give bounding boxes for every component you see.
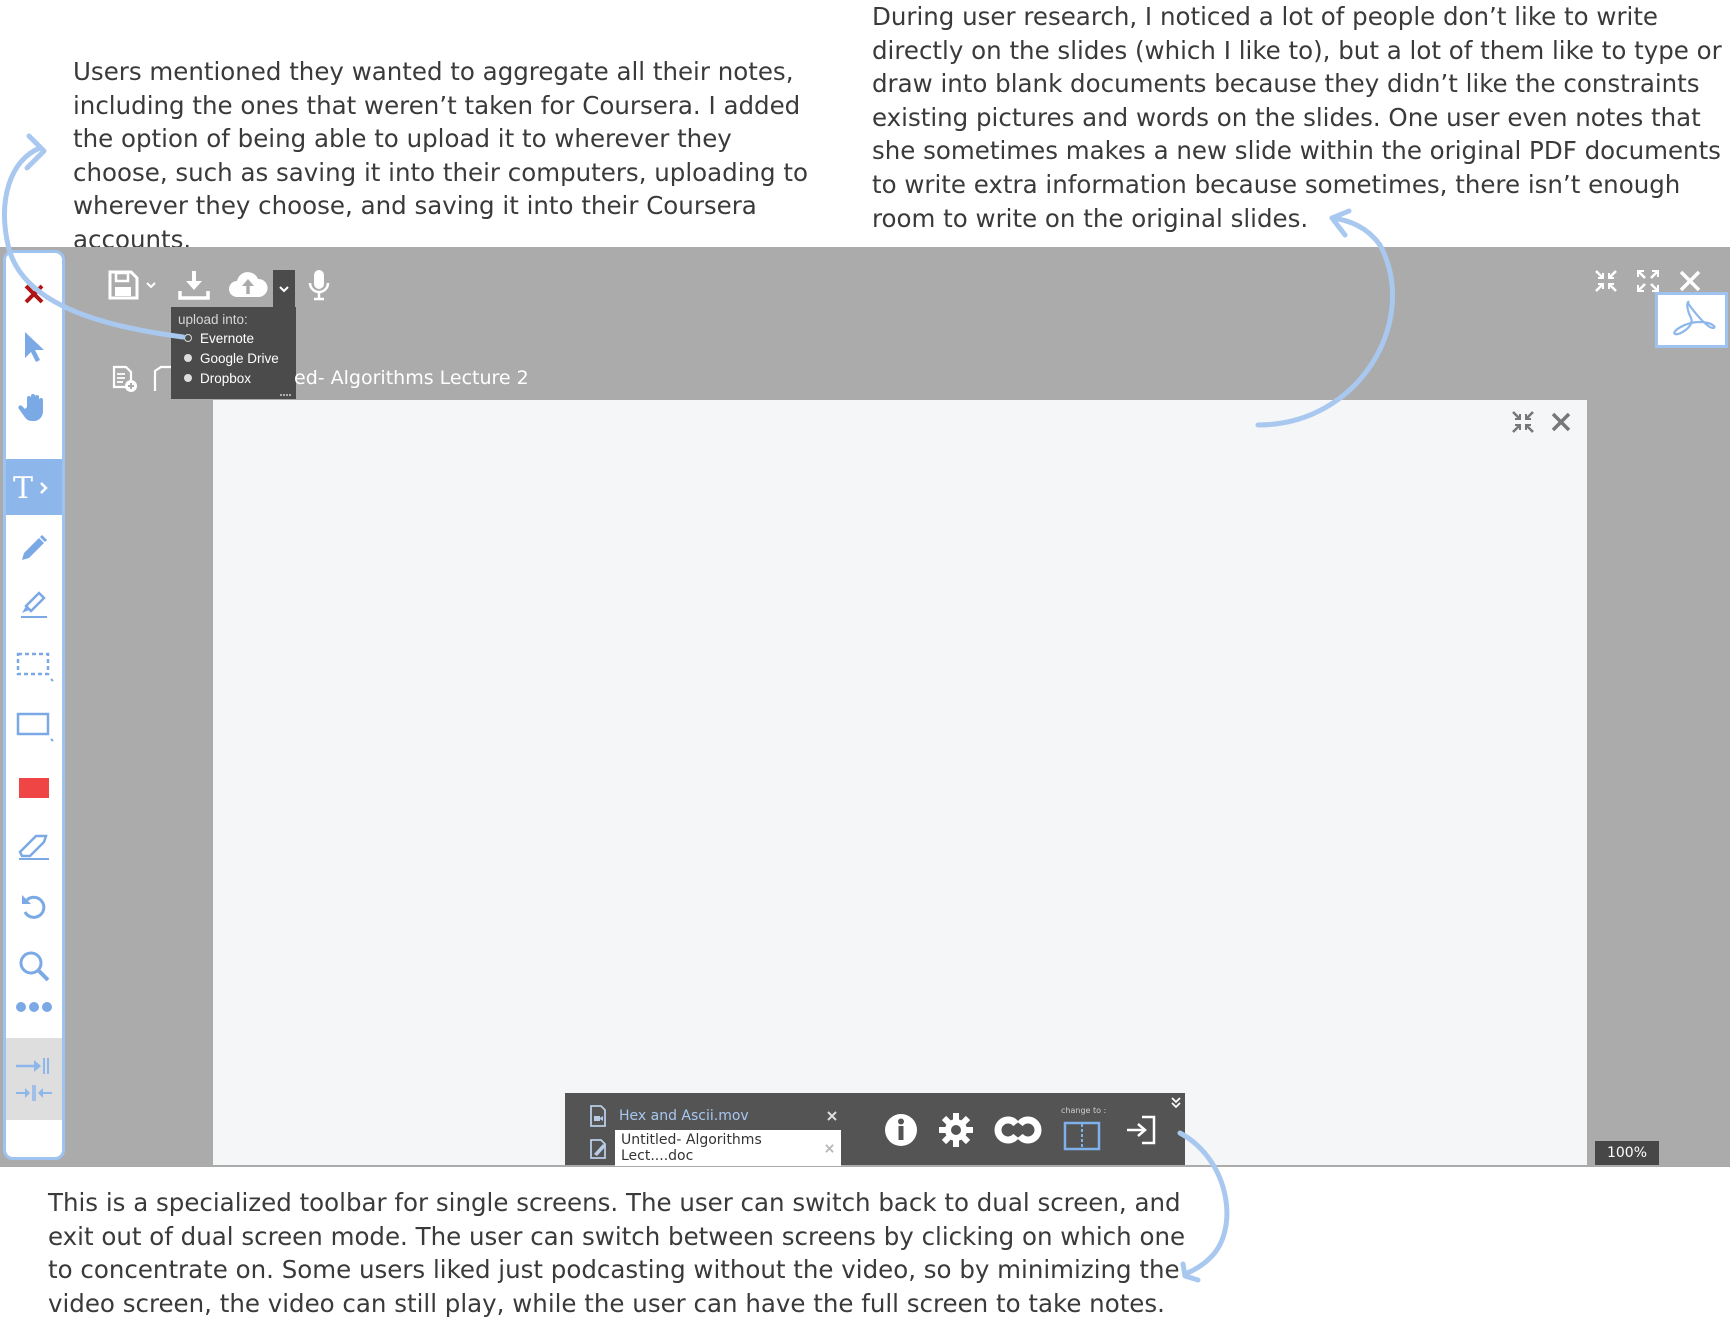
collapse-toolbar-icon[interactable] [1171, 1097, 1181, 1111]
pencil-tool[interactable] [6, 520, 62, 576]
pointer-tool[interactable] [6, 319, 62, 375]
pointer-icon [20, 330, 48, 364]
exit-icon [1124, 1113, 1158, 1147]
file-tab-video[interactable]: Hex and Ascii.mov [589, 1105, 838, 1127]
close-file-icon[interactable] [824, 1132, 835, 1164]
close-icon [22, 282, 46, 306]
annotation-blank-document: During user research, I noticed a lot of… [872, 2, 1722, 233]
info-icon [884, 1113, 918, 1147]
maximize-icon[interactable] [1636, 269, 1660, 293]
link-icon [991, 1115, 1045, 1145]
canvas-controls [1511, 410, 1573, 434]
chevron-down-icon [278, 283, 290, 295]
more-icon [14, 1000, 54, 1014]
hand-icon [18, 391, 50, 423]
color-swatch-icon [18, 776, 50, 800]
dual-screen-icon [1063, 1121, 1101, 1151]
save-icon [107, 269, 141, 301]
text-icon: T [11, 470, 57, 504]
radio-icon [184, 374, 192, 382]
pdf-panel-tab[interactable] [1655, 292, 1728, 348]
panel-toggle[interactable] [6, 1038, 62, 1120]
arrow-upload-head [24, 133, 47, 171]
resize-grip-icon [280, 393, 292, 397]
highlighter-tool[interactable] [6, 576, 62, 632]
pdf-icon [1667, 298, 1717, 342]
exit-dual-screen-button[interactable] [1121, 1111, 1161, 1149]
close-file-icon[interactable] [826, 1110, 838, 1122]
selection-icon [14, 649, 54, 683]
highlighter-icon [17, 587, 51, 621]
open-document-icon[interactable] [153, 365, 171, 393]
undo-icon [18, 890, 50, 922]
single-screen-toolbar: Hex and Ascii.mov Untitled- Algorithms L… [565, 1093, 1185, 1166]
close-tool[interactable] [6, 266, 62, 322]
radio-icon [184, 334, 192, 342]
app-window: T upload into: Evernote Google Drive Dro… [0, 247, 1730, 1167]
pencil-icon [18, 532, 50, 564]
minimize-icon[interactable] [1594, 269, 1618, 293]
annotation-upload: Users mentioned they wanted to aggregate… [73, 57, 808, 254]
close-window-icon[interactable] [1678, 269, 1702, 293]
expand-icon [14, 1056, 54, 1076]
gear-icon [938, 1112, 974, 1148]
zoom-icon [17, 949, 51, 983]
close-canvas-icon[interactable] [1549, 410, 1573, 434]
info-button[interactable] [882, 1111, 920, 1149]
eraser-tool[interactable] [6, 818, 62, 874]
svg-text:T: T [13, 471, 33, 504]
color-tool[interactable] [6, 760, 62, 816]
collapse-icon [14, 1084, 54, 1102]
eraser-icon [16, 830, 52, 862]
zoom-tool[interactable] [6, 938, 62, 994]
selection-tool[interactable] [6, 638, 62, 694]
text-tool[interactable]: T [6, 459, 62, 515]
upload-option-google-drive[interactable]: Google Drive [178, 348, 296, 368]
dual-screen-button[interactable] [1062, 1117, 1102, 1155]
undo-tool[interactable] [6, 878, 62, 934]
new-document-icon[interactable] [111, 365, 139, 393]
download-button[interactable] [174, 265, 214, 305]
upload-menu: upload into: Evernote Google Drive Dropb… [171, 307, 296, 399]
video-file-icon [589, 1105, 607, 1127]
zoom-level: 100% [1595, 1141, 1659, 1165]
radio-icon [184, 354, 192, 362]
active-file[interactable]: Untitled- Algorithms Lect....doc [615, 1130, 841, 1166]
rectangle-icon [14, 709, 54, 743]
change-to-label: change to : [1061, 1106, 1107, 1115]
file-tab-document[interactable]: Untitled- Algorithms Lect....doc [589, 1130, 841, 1166]
settings-button[interactable] [937, 1111, 975, 1149]
link-button[interactable] [990, 1111, 1046, 1149]
document-file-icon [589, 1137, 609, 1159]
window-controls [1594, 269, 1702, 293]
more-tools[interactable] [6, 989, 62, 1025]
annotation-single-screen-toolbar: This is a specialized toolbar for single… [48, 1188, 1186, 1318]
hand-tool[interactable] [6, 379, 62, 435]
rectangle-tool[interactable] [6, 698, 62, 754]
file-name: Hex and Ascii.mov [619, 1108, 749, 1124]
cloud-upload-icon [227, 269, 269, 301]
upload-option-evernote[interactable]: Evernote [178, 328, 296, 348]
upload-menu-header: upload into: [178, 312, 248, 327]
upload-dropdown-toggle[interactable] [273, 270, 295, 307]
upload-option-dropbox[interactable]: Dropbox [178, 368, 296, 388]
document-title[interactable]: ed- Algorithms Lecture 2 [294, 367, 529, 389]
microphone-icon [307, 268, 331, 302]
file-name: Untitled- Algorithms Lect....doc [621, 1132, 762, 1164]
blank-document-canvas[interactable] [213, 400, 1587, 1165]
save-dropdown-icon[interactable] [145, 279, 157, 291]
minimize-canvas-icon[interactable] [1511, 410, 1535, 434]
save-button[interactable] [104, 265, 160, 305]
upload-button[interactable] [226, 265, 270, 305]
download-icon [177, 269, 211, 301]
record-audio-button[interactable] [303, 265, 335, 305]
tool-sidebar: T [3, 250, 65, 1160]
